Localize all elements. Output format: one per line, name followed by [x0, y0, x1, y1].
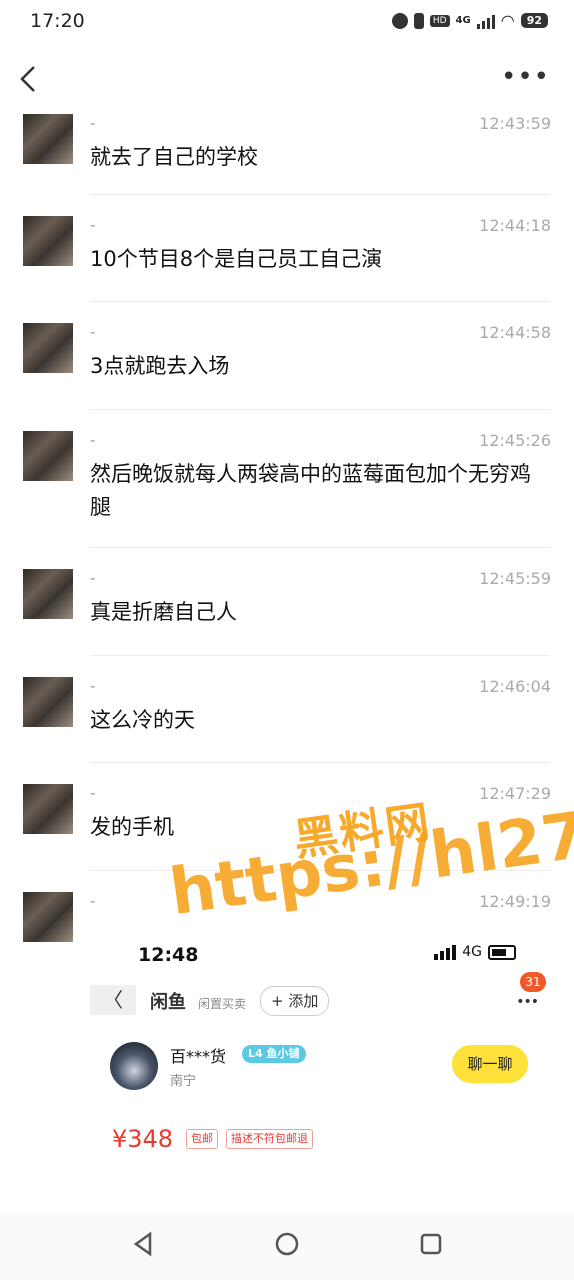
- chat-header: •••: [0, 50, 574, 110]
- embedded-seller-avatar: [110, 1042, 158, 1090]
- message-text[interactable]: 真是折磨自己人: [90, 596, 540, 629]
- sender-avatar[interactable]: [23, 431, 73, 481]
- more-options-button[interactable]: •••: [501, 64, 550, 90]
- sender-name: -: [90, 569, 96, 587]
- message-time: 12:49:19: [479, 892, 551, 911]
- sender-name: -: [90, 431, 96, 449]
- embedded-seller-name: 百***货: [170, 1047, 227, 1066]
- status-icons: HD 4G ◠ 92: [391, 11, 548, 30]
- divider: [90, 301, 550, 302]
- circle-home-icon: [275, 1232, 299, 1256]
- message-time: 12:46:04: [479, 677, 551, 696]
- sender-avatar[interactable]: [23, 677, 73, 727]
- divider: [90, 655, 550, 656]
- message-text[interactable]: 就去了自己的学校: [90, 141, 540, 174]
- nav-back-button[interactable]: [128, 1229, 158, 1259]
- sender-name: -: [90, 892, 96, 910]
- battery-icon: 92: [520, 13, 548, 28]
- square-recents-icon: [420, 1233, 442, 1255]
- sender-avatar[interactable]: [23, 784, 73, 834]
- wifi-icon: ◠: [500, 11, 515, 30]
- embedded-tag-free-shipping: 包邮: [186, 1129, 218, 1149]
- sender-avatar[interactable]: [23, 892, 73, 942]
- embedded-brand-sub: 闲置买卖: [198, 997, 247, 1011]
- sender-name: -: [90, 677, 96, 695]
- status-bar: 17:20 HD 4G ◠ 92: [0, 0, 574, 44]
- sender-name: -: [90, 216, 96, 234]
- embedded-menu-icon: •••: [516, 994, 539, 1010]
- vibrate-icon: [413, 12, 424, 29]
- sender-avatar[interactable]: [23, 323, 73, 373]
- nav-recents-button[interactable]: [416, 1229, 446, 1259]
- embedded-battery-icon: [488, 944, 516, 960]
- message-time: 12:43:59: [479, 114, 551, 133]
- status-time: 17:20: [30, 10, 85, 32]
- system-nav-bar: [0, 1215, 574, 1280]
- message-time: 12:45:59: [479, 569, 551, 588]
- embedded-chat-button: 聊一聊: [452, 1045, 528, 1083]
- message-text[interactable]: 10个节目8个是自己员工自己演: [90, 243, 540, 276]
- divider: [90, 194, 550, 195]
- embedded-status-time: 12:48: [138, 944, 199, 966]
- hd-icon: HD: [429, 14, 450, 27]
- embedded-network-label: 4G: [462, 944, 482, 960]
- embedded-add-button: + 添加: [260, 986, 330, 1016]
- sender-name: -: [90, 784, 96, 802]
- alarm-icon: [391, 12, 408, 29]
- sender-name: -: [90, 114, 96, 132]
- sender-avatar[interactable]: [23, 569, 73, 619]
- message-text[interactable]: 这么冷的天: [90, 704, 540, 737]
- embedded-seller-city: 南宁: [170, 1074, 197, 1089]
- image-message[interactable]: 12:48 4G 〈 闲鱼 闲置买卖 + 添加 31 ••• 百***货 L4 …: [88, 930, 550, 1215]
- message-time: 12:44:18: [479, 216, 551, 235]
- embedded-price: ¥348: [112, 1125, 174, 1153]
- nav-home-button[interactable]: [272, 1229, 302, 1259]
- embedded-brand: 闲鱼: [150, 992, 186, 1013]
- message-text[interactable]: 3点就跑去入场: [90, 350, 540, 383]
- divider: [90, 762, 550, 763]
- message-text[interactable]: 然后晚饭就每人两袋高中的蓝莓面包加个无穷鸡腿: [90, 458, 540, 524]
- triangle-back-icon: [133, 1231, 152, 1257]
- embedded-notification-badge: 31: [520, 972, 546, 992]
- back-button[interactable]: [18, 64, 38, 100]
- embedded-signal-icon: [434, 944, 457, 960]
- chevron-left-icon: [20, 66, 35, 92]
- signal-icon: [476, 13, 495, 29]
- sender-avatar[interactable]: [23, 216, 73, 266]
- sender-avatar[interactable]: [23, 114, 73, 164]
- message-time: 12:45:26: [479, 431, 551, 450]
- message-time: 12:44:58: [479, 323, 551, 342]
- sender-name: -: [90, 323, 96, 341]
- divider: [90, 547, 550, 548]
- embedded-tag-return: 描述不符包邮退: [226, 1129, 313, 1149]
- embedded-status-icons: 4G: [434, 944, 516, 960]
- network-label: 4G: [455, 15, 471, 26]
- divider: [90, 409, 550, 410]
- message-time: 12:47:29: [479, 784, 551, 803]
- embedded-back-button: 〈: [90, 985, 136, 1015]
- embedded-seller-level: L4 鱼小铺: [242, 1045, 306, 1063]
